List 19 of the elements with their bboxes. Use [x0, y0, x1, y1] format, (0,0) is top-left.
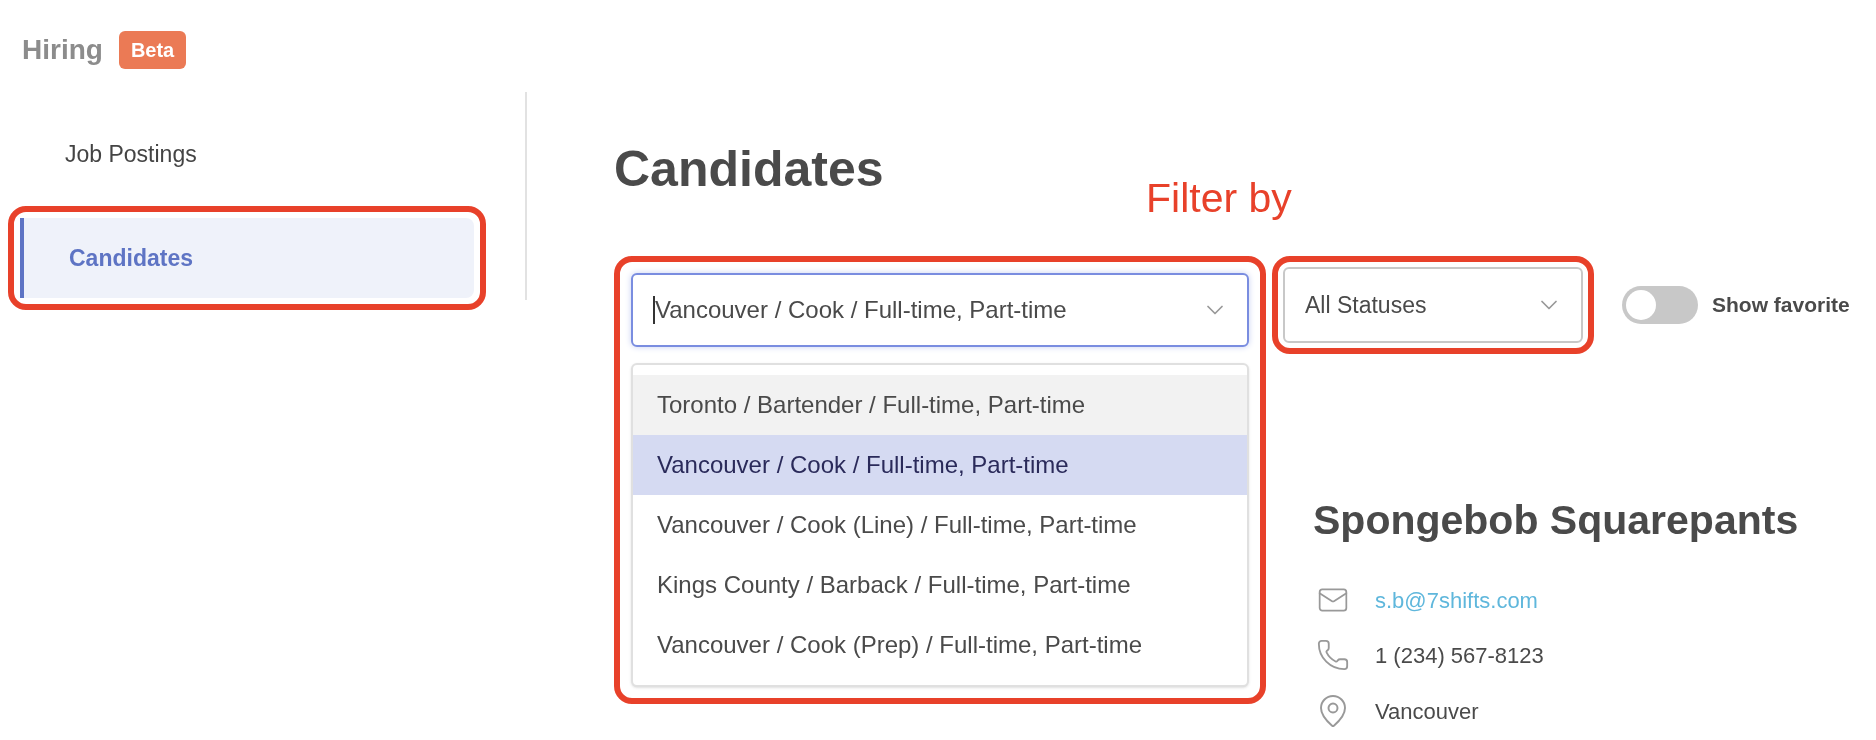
toggle-label: Show favorite	[1712, 292, 1850, 319]
favorites-toggle[interactable]	[1622, 286, 1698, 324]
location-text: Vancouver	[1375, 697, 1479, 726]
dropdown-option[interactable]: Vancouver / Cook (Line) / Full-time, Part-time	[633, 495, 1247, 555]
sidebar-item[interactable]: Job Postings	[20, 114, 474, 194]
page-title: Candidates	[614, 144, 884, 194]
candidate-name: Spongebob Squarepants	[1313, 500, 1800, 541]
status-filter-dropdown[interactable]: All Statuses	[1283, 267, 1583, 343]
dropdown-option[interactable]: Kings County / Barback / Full-time, Part-time	[633, 555, 1247, 615]
sidebar-item[interactable]: Candidates	[20, 218, 474, 298]
dropdown-option[interactable]: Toronto / Bartender / Full-time, Part-time	[633, 375, 1247, 435]
app-title: Hiring	[22, 33, 103, 67]
job-filter-dropdown[interactable]: Vancouver / Cook / Full-time, Part-time	[631, 273, 1249, 347]
beta-badge: Beta	[118, 31, 187, 69]
annotation-label: Filter by	[1146, 178, 1292, 219]
phone-number: 1 (234) 567-8123	[1375, 641, 1544, 670]
dropdown-option[interactable]: Vancouver / Cook / Full-time, Part-time	[633, 435, 1247, 495]
dropdown-option[interactable]: Vancouver / Cook (Prep) / Full-time, Part-time	[633, 615, 1247, 675]
text-cursor	[653, 296, 655, 324]
